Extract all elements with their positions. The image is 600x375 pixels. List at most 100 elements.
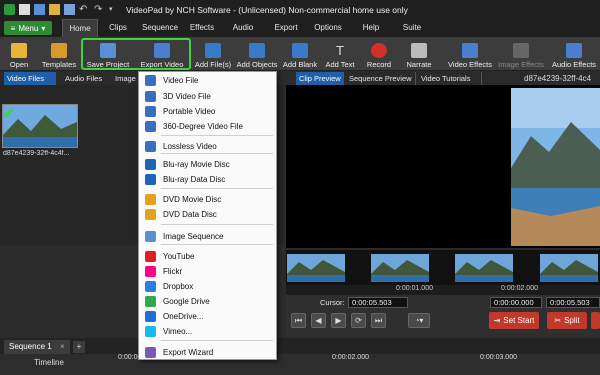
timeline-label: Timeline <box>34 358 64 367</box>
go-to-start-button[interactable]: ⏮ <box>291 313 306 328</box>
dropdown-icon[interactable]: ▾ <box>109 4 120 15</box>
play-button[interactable]: ▶ <box>331 313 346 328</box>
tab-effects[interactable]: Effects <box>188 19 216 37</box>
menu-separator <box>161 340 273 341</box>
new-icon[interactable] <box>19 4 30 15</box>
redo-icon[interactable]: ↷ <box>94 4 105 15</box>
speed-icon: ◔▾ <box>414 316 424 325</box>
loop-icon: ⟳ <box>355 316 362 325</box>
export-menu-item[interactable]: 360-Degree Video File <box>139 119 276 134</box>
tab-clip-preview[interactable]: Clip Preview <box>296 72 344 85</box>
save-icon[interactable] <box>34 4 45 15</box>
export-menu-item-label: Blu-ray Movie Disc <box>163 160 230 169</box>
3d-film-icon <box>145 91 156 102</box>
filmstrip-frame <box>540 254 598 282</box>
add-text-label: Add Text <box>325 60 355 69</box>
tab-export[interactable]: Export <box>273 19 299 37</box>
tab-audio[interactable]: Audio <box>232 19 254 37</box>
go-to-end-button[interactable]: ⏭ <box>371 313 386 328</box>
close-icon[interactable]: × <box>60 342 65 351</box>
export-menu-item[interactable]: Lossless Video <box>139 139 276 154</box>
tab-options[interactable]: Options <box>314 19 342 37</box>
export-menu-item[interactable]: Blu-ray Data Disc <box>139 172 276 187</box>
tab-sequence[interactable]: Sequence <box>142 19 178 37</box>
split-button[interactable]: ✂ Split <box>547 312 587 329</box>
tab-help[interactable]: Help <box>361 19 381 37</box>
open-button[interactable]: Open <box>4 37 34 71</box>
export-menu-item[interactable]: Blu-ray Movie Disc <box>139 157 276 172</box>
tab-audio-files[interactable]: Audio Files <box>62 72 110 85</box>
export-menu-item[interactable]: Dropbox <box>139 279 276 294</box>
range-end-time[interactable]: 0:00:05.503 <box>546 297 600 308</box>
set-start-button[interactable]: ⇥ Set Start <box>489 312 539 329</box>
speed-button[interactable]: ◔▾ <box>408 313 430 328</box>
export-menu-item[interactable]: Portable Video <box>139 104 276 119</box>
video-effects-icon <box>462 43 478 58</box>
add-objects-button[interactable]: Add Objects <box>236 37 278 71</box>
tab-sequence-preview[interactable]: Sequence Preview <box>346 72 416 85</box>
set-end-button[interactable] <box>591 312 600 329</box>
360-icon <box>145 121 156 132</box>
menu-separator <box>161 244 273 245</box>
menu-button[interactable]: ≡ Menu ▾ <box>4 21 52 35</box>
audio-effects-button[interactable]: Audio Effects <box>550 37 598 71</box>
skip-forward-icon: ⏭ <box>374 315 383 325</box>
menu-separator <box>161 135 273 136</box>
timeline-row: Timeline 0:00:00.000 0:00:02.000 0:00:03… <box>0 354 600 375</box>
export-menu-item[interactable]: Flickr <box>139 264 276 279</box>
disk-icon[interactable] <box>64 4 75 15</box>
cursor-label: Cursor: <box>320 298 345 307</box>
export-menu-item[interactable]: Export Wizard <box>139 345 276 360</box>
tab-clips[interactable]: Clips <box>106 19 130 37</box>
microphone-icon <box>411 43 427 58</box>
folder-open-icon <box>11 43 27 58</box>
add-text-button[interactable]: T Add Text <box>323 37 357 71</box>
export-menu-item-label: Blu-ray Data Disc <box>163 175 226 184</box>
youtube-icon <box>145 251 156 262</box>
templates-icon <box>51 43 67 58</box>
video-effects-button[interactable]: Video Effects <box>447 37 493 71</box>
add-sequence-button[interactable]: + <box>73 341 85 353</box>
step-back-button[interactable]: ◀ <box>311 313 326 328</box>
templates-button[interactable]: Templates <box>40 37 78 71</box>
export-menu-item[interactable]: DVD Movie Disc <box>139 192 276 207</box>
export-menu-item[interactable]: Google Drive <box>139 294 276 309</box>
export-menu-item-label: Dropbox <box>163 282 194 291</box>
add-objects-label: Add Objects <box>236 60 278 69</box>
add-blank-button[interactable]: Add Blank <box>283 37 317 71</box>
cursor-time[interactable]: 0:00:05.503 <box>348 297 408 308</box>
hamburger-icon: ≡ <box>10 23 16 33</box>
loop-button[interactable]: ⟳ <box>351 313 366 328</box>
preview-ruler[interactable]: 0:00:01.000 0:00:02.000 <box>286 285 600 295</box>
dvd-data-icon <box>145 209 156 220</box>
export-menu-item[interactable]: Vimeo... <box>139 324 276 339</box>
export-menu-item[interactable]: Image Sequence <box>139 229 276 244</box>
filmstrip-frame <box>287 254 345 282</box>
menu-separator <box>161 188 273 189</box>
undo-icon[interactable]: ↶ <box>79 4 90 15</box>
export-menu-item[interactable]: Video File <box>139 73 276 88</box>
play-icon: ▶ <box>335 316 342 325</box>
export-menu-item[interactable]: YouTube <box>139 249 276 264</box>
range-start-time[interactable]: 0:00:00.000 <box>490 297 542 308</box>
export-menu-item[interactable]: DVD Data Disc <box>139 207 276 222</box>
tab-video-files[interactable]: Video Files <box>4 72 56 85</box>
tab-video-tutorials[interactable]: Video Tutorials <box>418 72 482 85</box>
record-button[interactable]: Record <box>364 37 394 71</box>
audio-effects-icon <box>566 43 582 58</box>
narrate-button[interactable]: Narrate <box>403 37 435 71</box>
tab-suite[interactable]: Suite <box>402 19 422 37</box>
add-files-button[interactable]: Add File(s) <box>195 37 231 71</box>
image-effects-label: Image Effects <box>498 60 544 69</box>
folder-icon[interactable] <box>49 4 60 15</box>
sequence-tab[interactable]: Sequence 1 × <box>4 340 70 354</box>
image-effects-button[interactable]: Image Effects <box>497 37 545 71</box>
tab-home[interactable]: Home <box>62 19 98 37</box>
export-menu-item[interactable]: 3D Video File <box>139 89 276 104</box>
skip-back-icon: ⏮ <box>294 315 303 325</box>
export-menu-item[interactable]: OneDrive... <box>139 309 276 324</box>
add-blank-icon <box>292 43 308 58</box>
bluray-icon <box>145 159 156 170</box>
add-objects-icon <box>249 43 265 58</box>
sequence-tab-label: Sequence 1 <box>9 342 52 351</box>
